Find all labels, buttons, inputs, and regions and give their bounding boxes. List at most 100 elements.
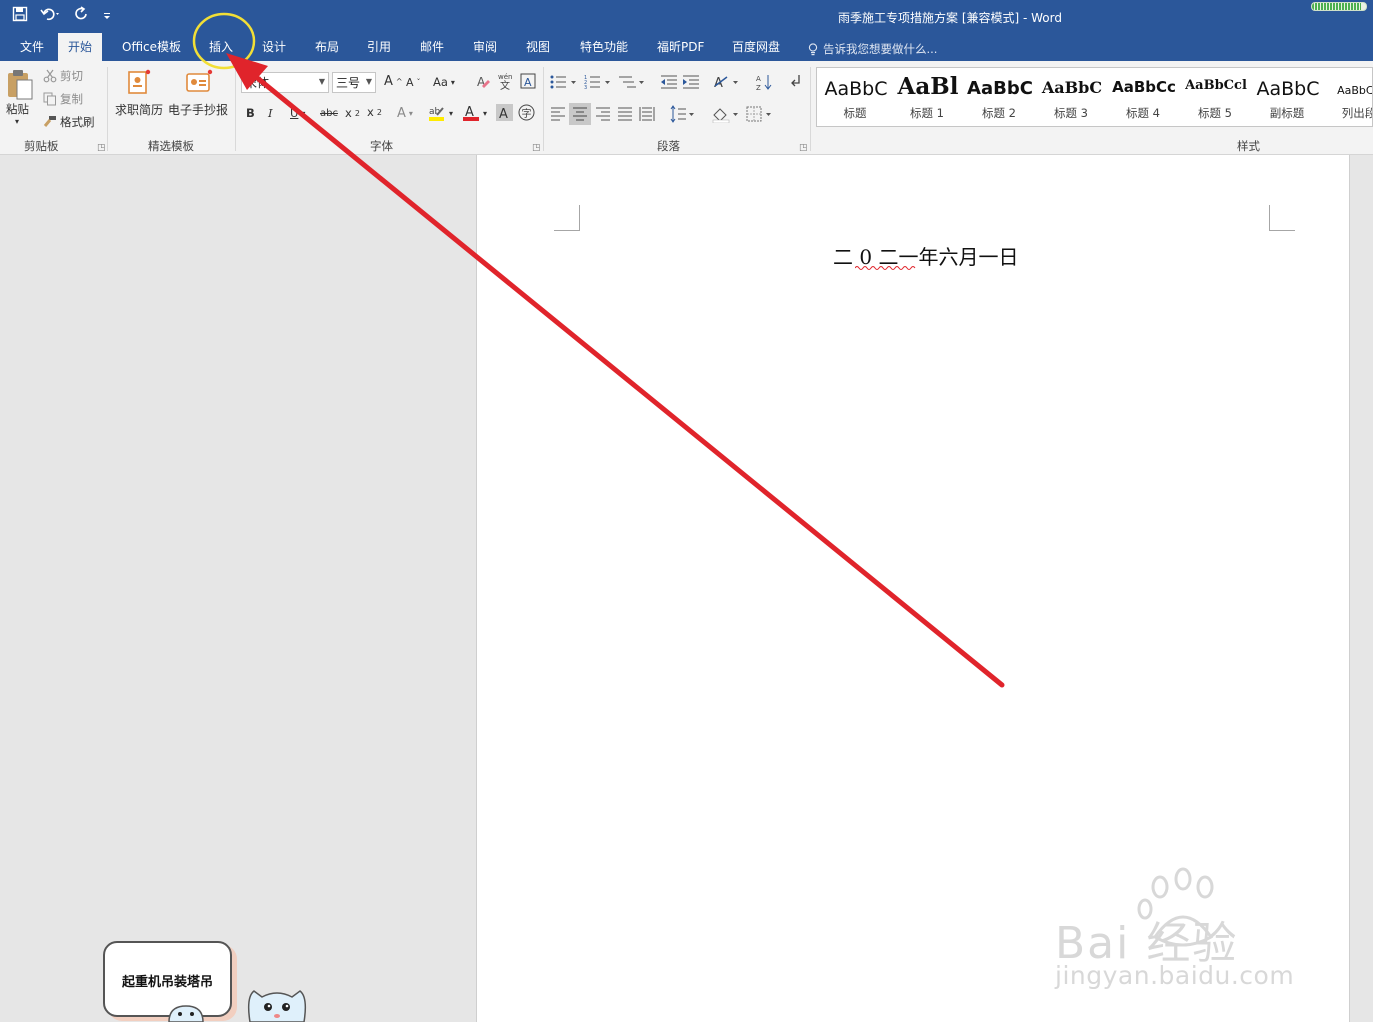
- font-launcher-icon[interactable]: ◳: [532, 143, 541, 153]
- tab-7[interactable]: 邮件: [410, 33, 454, 61]
- grow-font-button[interactable]: A ^: [384, 74, 403, 89]
- vertical-scrollbar[interactable]: [1351, 155, 1373, 1022]
- phonetic-icon: wén文: [498, 73, 512, 90]
- align-center-icon[interactable]: [569, 103, 591, 128]
- undo-icon[interactable]: [40, 6, 62, 22]
- bullets-icon[interactable]: [550, 74, 578, 93]
- tab-3[interactable]: 插入: [199, 33, 243, 61]
- paste-button[interactable]: 粘贴: [6, 101, 29, 117]
- style-preview: AaBbC: [1256, 78, 1320, 100]
- highlight-button[interactable]: ab ▾: [428, 104, 453, 122]
- chinese-layout-icon[interactable]: A: [713, 74, 741, 93]
- tab-10[interactable]: 特色功能: [570, 33, 638, 61]
- char-shading-button[interactable]: A: [496, 104, 513, 121]
- enclose-char-button[interactable]: 字: [518, 104, 535, 121]
- document-page[interactable]: 二 0 二一年六月一日 Bai 经验 jingyan.baidu.com: [476, 155, 1350, 1022]
- style-name: 标题 4: [1126, 106, 1160, 120]
- style-preview: AaBbC: [824, 78, 888, 100]
- sort-icon[interactable]: AZ: [755, 73, 773, 94]
- handwritten-template-icon[interactable]: [185, 69, 213, 98]
- tab-5[interactable]: 布局: [305, 33, 349, 61]
- char-shading-icon: A: [496, 104, 513, 121]
- multilevel-list-icon[interactable]: [618, 74, 646, 93]
- shrink-font-button[interactable]: Aˇ: [406, 76, 421, 89]
- highlighter-icon: ab: [429, 107, 444, 121]
- distributed-icon[interactable]: [639, 105, 655, 126]
- clear-format-button[interactable]: A: [476, 74, 492, 90]
- style-item[interactable]: AaBbCc 标题 4: [1107, 68, 1179, 126]
- customize-qat-icon[interactable]: [102, 6, 112, 22]
- resume-template-icon[interactable]: [127, 69, 151, 98]
- align-left-icon[interactable]: [550, 107, 566, 124]
- tab-11[interactable]: 福昕PDF: [647, 33, 714, 61]
- tab-0[interactable]: 文件: [10, 33, 54, 61]
- tab-1[interactable]: 开始: [58, 33, 103, 61]
- text-effects-button[interactable]: A ▾: [397, 106, 413, 121]
- change-case-button[interactable]: Aa ▾: [433, 75, 455, 89]
- tab-6[interactable]: 引用: [357, 33, 401, 61]
- align-right-icon[interactable]: [595, 107, 611, 124]
- paragraph-launcher-icon[interactable]: ◳: [799, 143, 808, 153]
- handwritten-template-button[interactable]: 电子手抄报: [168, 101, 228, 118]
- progress-indicator: [1311, 2, 1367, 11]
- font-size-select[interactable]: 三号 ▼: [332, 72, 376, 93]
- style-preview: AaBl: [897, 73, 959, 100]
- strikethrough-button[interactable]: abc: [320, 108, 338, 119]
- line-spacing-icon[interactable]: [670, 105, 696, 126]
- resume-template-button[interactable]: 求职简历: [115, 101, 163, 118]
- style-preview: AaBbCcl: [1185, 78, 1247, 93]
- style-item[interactable]: AaBbC 标题 2: [963, 68, 1035, 126]
- font-group-label: 字体: [370, 139, 393, 153]
- underline-button[interactable]: U ▾: [290, 106, 305, 120]
- copy-button[interactable]: 复制: [43, 91, 83, 107]
- style-name: 标题 1: [910, 106, 944, 120]
- show-marks-icon[interactable]: [788, 73, 802, 92]
- format-painter-label: 格式刷: [60, 115, 95, 129]
- clipboard-launcher-icon[interactable]: ◳: [97, 143, 106, 153]
- crop-mark-top-left: [554, 205, 580, 231]
- decrease-indent-icon[interactable]: [660, 74, 678, 93]
- cut-button[interactable]: 剪切: [43, 68, 83, 84]
- bold-button[interactable]: B: [246, 106, 255, 120]
- cut-label: 剪切: [60, 69, 83, 83]
- enclosed-char-icon: 字: [518, 104, 535, 121]
- font-name-value: 宋体: [245, 76, 270, 90]
- tab-8[interactable]: 审阅: [463, 33, 507, 61]
- redo-icon[interactable]: [74, 6, 90, 22]
- paste-dropdown[interactable]: ▾: [15, 117, 19, 126]
- style-name: 列出段: [1341, 106, 1373, 120]
- font-name-select[interactable]: 宋体 ▼: [241, 72, 329, 93]
- format-painter-button[interactable]: 格式刷: [43, 114, 95, 130]
- character-border-button[interactable]: A: [520, 73, 536, 89]
- tab-9[interactable]: 视图: [516, 33, 560, 61]
- justify-icon[interactable]: [617, 107, 633, 124]
- paste-icon[interactable]: [5, 69, 35, 104]
- style-name: 标题 2: [982, 106, 1016, 120]
- font-color-button[interactable]: A ▾: [462, 104, 487, 122]
- style-item[interactable]: AaBbCcl 标题 5: [1179, 68, 1251, 126]
- tab-12[interactable]: 百度网盘: [722, 33, 790, 61]
- tab-2[interactable]: Office模板: [112, 33, 191, 61]
- numbering-icon[interactable]: 123: [584, 74, 612, 93]
- style-item[interactable]: AaBbC 标题 3: [1035, 68, 1107, 126]
- style-item[interactable]: AaBbC 标题: [819, 68, 891, 126]
- style-item[interactable]: AaBbCcI 列出段: [1323, 68, 1373, 126]
- phonetic-guide-button[interactable]: wén 文: [498, 72, 514, 90]
- style-item[interactable]: AaBl 标题 1: [891, 68, 963, 126]
- subscript-button[interactable]: x2: [345, 106, 360, 120]
- svg-text:文: 文: [500, 79, 510, 90]
- italic-button[interactable]: I: [268, 106, 273, 120]
- style-item[interactable]: AaBbC 副标题: [1251, 68, 1323, 126]
- divider: [107, 67, 108, 151]
- shading-icon[interactable]: [712, 105, 740, 126]
- style-name: 标题: [843, 106, 867, 120]
- save-icon[interactable]: [12, 6, 28, 22]
- borders-icon[interactable]: [746, 106, 774, 125]
- increase-indent-icon[interactable]: [682, 74, 700, 93]
- divider: [235, 67, 236, 151]
- tab-4[interactable]: 设计: [252, 33, 296, 61]
- paragraph-group-label: 段落: [657, 139, 680, 153]
- superscript-button[interactable]: x2: [367, 105, 382, 119]
- window-title: 雨季施工专项措施方案 [兼容模式] - Word: [838, 11, 1062, 25]
- tell-me-search[interactable]: 告诉我您想要做什么...: [808, 41, 937, 57]
